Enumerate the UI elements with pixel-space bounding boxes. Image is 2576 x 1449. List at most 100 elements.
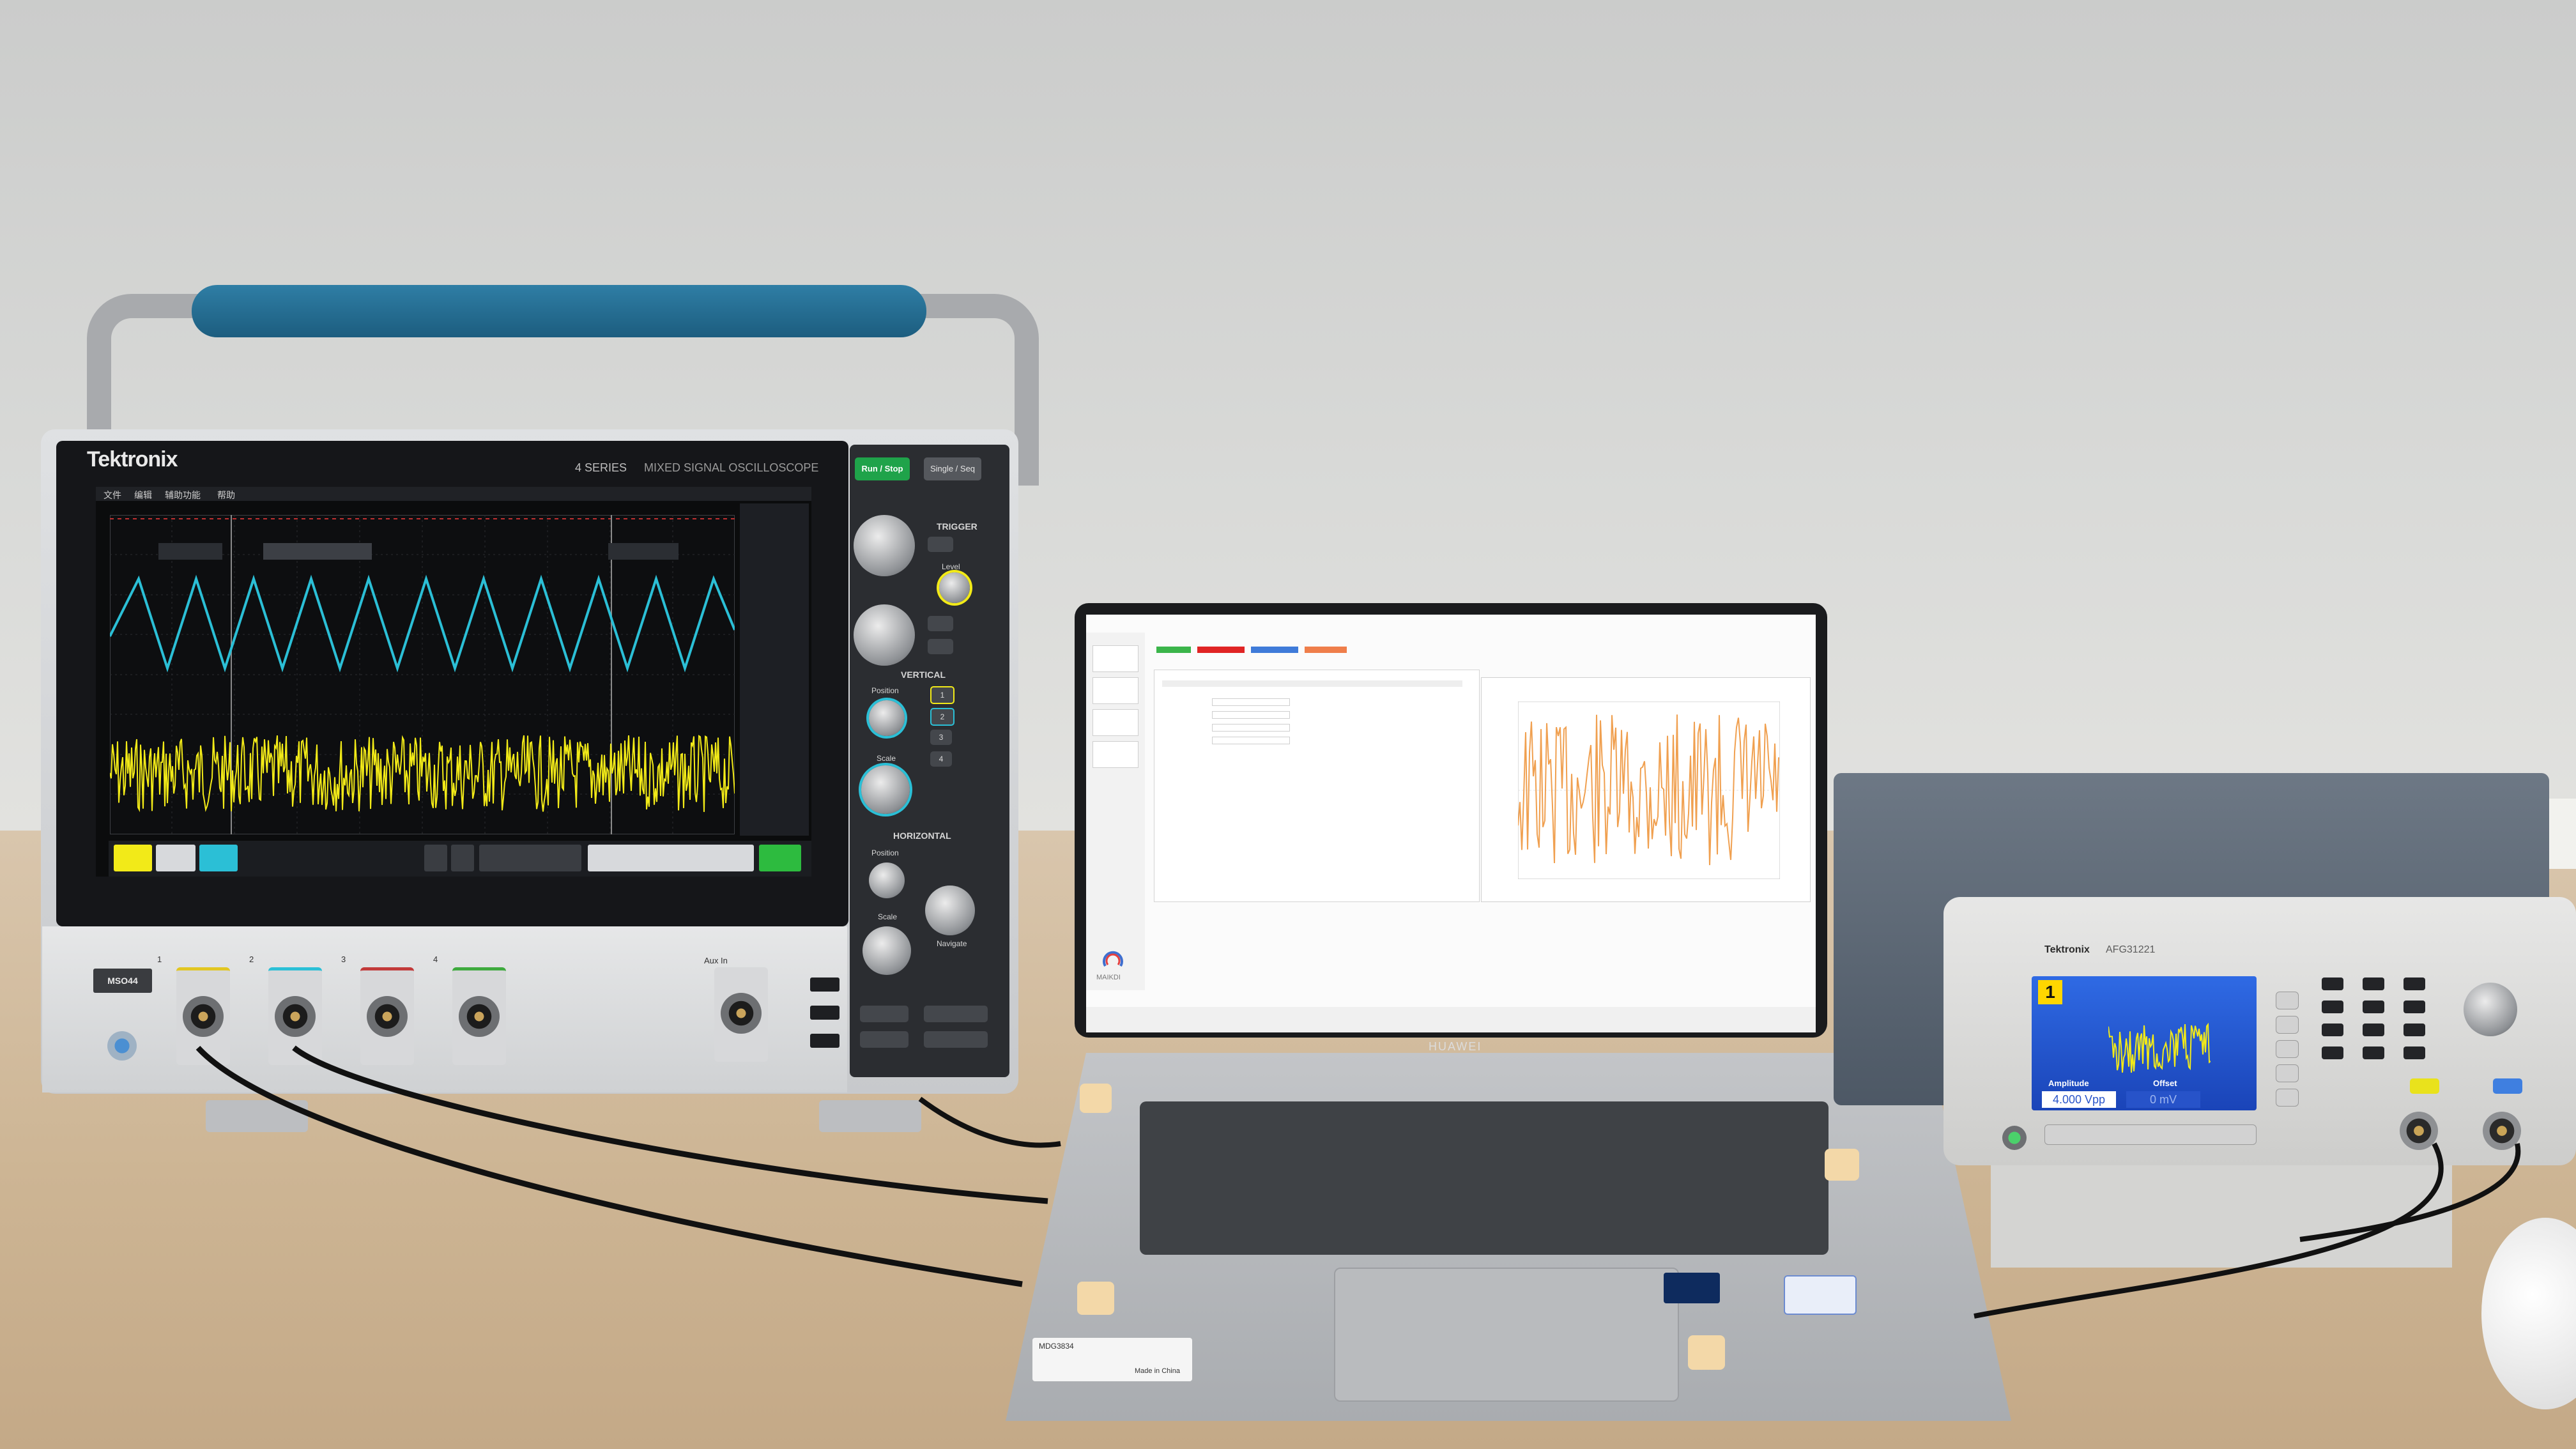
waveform-select-buttons[interactable] bbox=[2044, 1124, 2257, 1145]
ch2-bnc-input[interactable] bbox=[268, 967, 322, 1065]
key[interactable] bbox=[2322, 1046, 2343, 1059]
bezel-button-4[interactable] bbox=[2276, 1064, 2299, 1082]
slope-button[interactable] bbox=[928, 616, 953, 631]
generator-model: AFG31221 bbox=[2106, 944, 2156, 955]
usb-port-1[interactable] bbox=[810, 977, 839, 992]
key[interactable] bbox=[2404, 977, 2425, 990]
key[interactable] bbox=[2404, 1000, 2425, 1013]
autoset-button[interactable] bbox=[924, 1031, 988, 1048]
ch2-badge[interactable] bbox=[199, 845, 238, 871]
key[interactable] bbox=[2322, 1000, 2343, 1013]
horizontal-position-knob[interactable] bbox=[869, 862, 905, 898]
key[interactable] bbox=[2363, 1023, 2384, 1036]
laptop-certification-label: MDG3834 Made in China bbox=[1032, 1338, 1192, 1381]
app-input-2[interactable] bbox=[1212, 711, 1290, 719]
bezel-button-5[interactable] bbox=[2276, 1089, 2299, 1107]
key[interactable] bbox=[2322, 977, 2343, 990]
nfc-badge bbox=[1784, 1275, 1857, 1315]
menu-help[interactable]: 帮助 bbox=[217, 489, 235, 502]
acquisition-badge[interactable] bbox=[759, 845, 801, 871]
key[interactable] bbox=[2322, 1023, 2343, 1036]
ch1-select-button[interactable]: 1 bbox=[930, 686, 954, 704]
aux-in-bnc[interactable] bbox=[714, 967, 768, 1062]
ch4-bnc-input[interactable] bbox=[452, 967, 506, 1065]
single-seq-button[interactable]: Single / Seq bbox=[924, 457, 981, 480]
oscilloscope-foot-left bbox=[206, 1100, 308, 1132]
multipurpose-knob-a[interactable] bbox=[854, 515, 915, 576]
ch1-badge[interactable] bbox=[114, 845, 152, 871]
navigate-knob[interactable] bbox=[925, 885, 975, 935]
laptop-touchpad[interactable] bbox=[1334, 1268, 1679, 1402]
key[interactable] bbox=[2363, 1000, 2384, 1013]
multipurpose-knob-b[interactable] bbox=[854, 604, 915, 666]
generator-noise-preview bbox=[2108, 1022, 2211, 1073]
app-left-panel bbox=[1086, 632, 1145, 990]
vertical-position-knob[interactable] bbox=[869, 700, 905, 736]
key[interactable] bbox=[2363, 1046, 2384, 1059]
ch4-select-button[interactable]: 4 bbox=[930, 751, 952, 767]
ch3-button[interactable] bbox=[424, 845, 447, 871]
bezel-button-1[interactable] bbox=[2276, 992, 2299, 1009]
generator-stand bbox=[1991, 1158, 2452, 1268]
vertical-position-label: Position bbox=[871, 686, 899, 695]
ch2-select-button[interactable]: 2 bbox=[930, 708, 954, 726]
ch2-on-off-button[interactable] bbox=[2493, 1078, 2522, 1094]
horizontal-scale-knob[interactable] bbox=[862, 926, 911, 975]
power-button[interactable] bbox=[107, 1031, 137, 1061]
bezel-button-3[interactable] bbox=[2276, 1040, 2299, 1058]
vertical-section-title: VERTICAL bbox=[901, 670, 946, 680]
aux-in-label: Aux In bbox=[704, 956, 728, 965]
app-noise-plot bbox=[1518, 702, 1780, 879]
force-trigger-button[interactable] bbox=[928, 537, 953, 552]
oscilloscope-waveform-graticule bbox=[110, 515, 735, 834]
ch1-on-off-button[interactable] bbox=[2410, 1078, 2439, 1094]
oscilloscope-settings-bar bbox=[109, 841, 811, 877]
app-side-item-1[interactable] bbox=[1092, 645, 1138, 672]
bezel-button-2[interactable] bbox=[2276, 1016, 2299, 1034]
generator-rotary-knob[interactable] bbox=[2464, 983, 2517, 1036]
app-side-item-4[interactable] bbox=[1092, 741, 1138, 768]
key[interactable] bbox=[2404, 1046, 2425, 1059]
key[interactable] bbox=[2363, 977, 2384, 990]
math-ref-bus-buttons[interactable] bbox=[479, 845, 581, 871]
key[interactable] bbox=[2404, 1023, 2425, 1036]
save-button[interactable] bbox=[860, 1031, 908, 1048]
menu-utility[interactable]: 辅助功能 bbox=[165, 489, 201, 502]
offset-value-field[interactable]: 0 mV bbox=[2126, 1091, 2200, 1108]
usb-port-3[interactable] bbox=[810, 1034, 839, 1048]
trigger-level-knob[interactable] bbox=[939, 572, 970, 603]
ch1-info-badge[interactable] bbox=[156, 845, 195, 871]
laptop-keyboard[interactable] bbox=[1140, 1101, 1828, 1255]
generator-ch2-output-bnc[interactable] bbox=[2483, 1112, 2521, 1150]
vertical-scale-label: Scale bbox=[877, 754, 896, 763]
oscilloscope-side-panel[interactable] bbox=[740, 503, 809, 836]
ch1-bnc-input[interactable] bbox=[176, 967, 230, 1065]
app-input-4[interactable] bbox=[1212, 737, 1290, 744]
app-input-1[interactable] bbox=[1212, 698, 1290, 706]
app-side-item-2[interactable] bbox=[1092, 677, 1138, 704]
sticker-2 bbox=[1077, 1282, 1114, 1315]
run-stop-button[interactable]: Run / Stop bbox=[855, 457, 910, 480]
horizontal-section-title: HORIZONTAL bbox=[893, 831, 951, 841]
generator-ch1-output-bnc[interactable] bbox=[2400, 1112, 2438, 1150]
generator-power-button[interactable] bbox=[2002, 1126, 2027, 1150]
app-side-item-3[interactable] bbox=[1092, 709, 1138, 736]
ch3-select-button[interactable]: 3 bbox=[930, 730, 952, 745]
app-input-3[interactable] bbox=[1212, 724, 1290, 732]
sticker-3 bbox=[1688, 1335, 1725, 1370]
usb-port-2[interactable] bbox=[810, 1006, 839, 1020]
menu-edit[interactable]: 编辑 bbox=[134, 489, 152, 502]
laptop-taskbar[interactable] bbox=[1086, 1007, 1816, 1032]
ch4-button[interactable] bbox=[451, 845, 474, 871]
touch-off-button[interactable] bbox=[860, 1006, 908, 1022]
default-setup-button[interactable] bbox=[924, 1006, 988, 1022]
trigger-horizontal-badges[interactable] bbox=[588, 845, 754, 871]
app-radio-row[interactable] bbox=[1162, 680, 1462, 687]
ch3-bnc-input[interactable] bbox=[360, 967, 414, 1065]
ch2-input-label: 2 bbox=[249, 954, 254, 964]
intel-core-badge bbox=[1664, 1273, 1720, 1303]
amplitude-value-field[interactable]: 4.000 Vpp bbox=[2042, 1091, 2116, 1108]
menu-file[interactable]: 文件 bbox=[103, 489, 121, 502]
vertical-scale-knob[interactable] bbox=[861, 765, 910, 814]
mode-holdoff-button[interactable] bbox=[928, 639, 953, 654]
